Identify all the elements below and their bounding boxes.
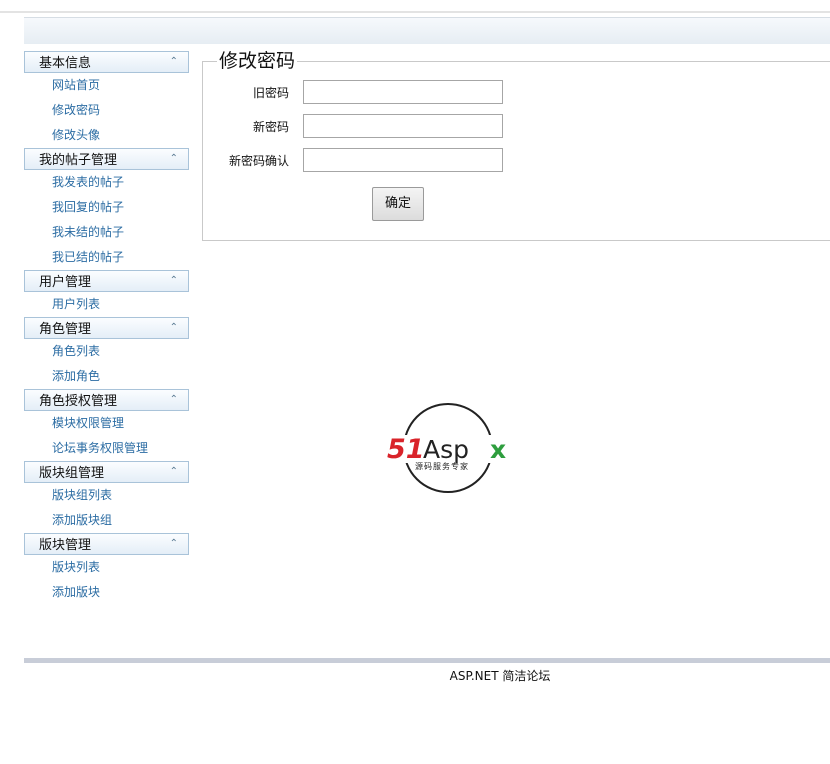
form-row-new-password: 新密码 — [203, 114, 603, 140]
sidebar-group-basic: 基本信息 ⌃ 网站首页 修改密码 修改头像 — [24, 51, 189, 148]
sidebar-group-header[interactable]: 基本信息 ⌃ — [24, 51, 189, 73]
sidebar-group-users: 用户管理 ⌃ 用户列表 — [24, 270, 189, 317]
double-chevron-up-icon[interactable]: ⌃ — [170, 52, 178, 72]
double-chevron-up-icon[interactable]: ⌃ — [170, 318, 178, 338]
footer-divider — [24, 658, 830, 663]
top-divider — [0, 11, 830, 13]
submit-button[interactable]: 确定 — [372, 187, 424, 221]
form-row-confirm-password: 新密码确认 — [203, 148, 603, 174]
new-password-label: 新密码 — [252, 120, 289, 134]
form-row-old-password: 旧密码 — [203, 80, 603, 106]
double-chevron-up-icon[interactable]: ⌃ — [170, 149, 178, 169]
sidebar-item-module-permissions[interactable]: 模块权限管理 — [24, 411, 189, 436]
footer-text: ASP.NET 简洁论坛 — [449, 669, 551, 683]
logo-tagline: 源码服务专家 — [415, 461, 469, 471]
sidebar-group-board-groups: 版块组管理 ⌃ 版块组列表 添加版块组 — [24, 461, 189, 533]
sidebar-item-board-list[interactable]: 版块列表 — [24, 555, 189, 580]
confirm-password-label: 新密码确认 — [228, 154, 289, 168]
logo-letter-x: x — [490, 435, 506, 464]
double-chevron-up-icon[interactable]: ⌃ — [170, 271, 178, 291]
sidebar-group-header[interactable]: 角色管理 ⌃ — [24, 317, 189, 339]
sidebar-item-my-closed[interactable]: 我已结的帖子 — [24, 245, 189, 270]
sidebar-group-role-auth: 角色授权管理 ⌃ 模块权限管理 论坛事务权限管理 — [24, 389, 189, 461]
old-password-label: 旧密码 — [252, 86, 289, 100]
sidebar-item-change-avatar[interactable]: 修改头像 — [24, 123, 189, 148]
top-banner-bar — [24, 17, 830, 44]
double-chevron-up-icon[interactable]: ⌃ — [170, 462, 178, 482]
sidebar-item-my-published[interactable]: 我发表的帖子 — [24, 170, 189, 195]
sidebar-group-title: 角色授权管理 — [39, 394, 118, 409]
sidebar-group-header[interactable]: 版块组管理 ⌃ — [24, 461, 189, 483]
sidebar-group-header[interactable]: 角色授权管理 ⌃ — [24, 389, 189, 411]
sidebar-item-my-open[interactable]: 我未结的帖子 — [24, 220, 189, 245]
sidebar-group-title: 用户管理 — [39, 275, 92, 290]
sidebar-group-title: 版块组管理 — [39, 466, 105, 481]
sidebar-group-header[interactable]: 版块管理 ⌃ — [24, 533, 189, 555]
sidebar-item-user-list[interactable]: 用户列表 — [24, 292, 189, 317]
watermark-logo: 51 Asp x 源码服务专家 — [385, 403, 515, 493]
sidebar-item-home[interactable]: 网站首页 — [24, 73, 189, 98]
sidebar-item-role-list[interactable]: 角色列表 — [24, 339, 189, 364]
logo-number: 51 — [387, 434, 425, 465]
main-content: 修改密码 旧密码 新密码 新密码确认 确定 — [202, 50, 830, 241]
sidebar: 基本信息 ⌃ 网站首页 修改密码 修改头像 我的帖子管理 ⌃ 我发表的帖子 我回… — [24, 51, 189, 605]
sidebar-item-add-role[interactable]: 添加角色 — [24, 364, 189, 389]
sidebar-group-roles: 角色管理 ⌃ 角色列表 添加角色 — [24, 317, 189, 389]
sidebar-item-board-group-list[interactable]: 版块组列表 — [24, 483, 189, 508]
sidebar-item-forum-permissions[interactable]: 论坛事务权限管理 — [24, 436, 189, 461]
new-password-input[interactable] — [303, 114, 503, 138]
sidebar-group-header[interactable]: 用户管理 ⌃ — [24, 270, 189, 292]
form-title: 修改密码 — [217, 50, 298, 72]
double-chevron-up-icon[interactable]: ⌃ — [170, 534, 178, 554]
sidebar-item-change-password[interactable]: 修改密码 — [24, 98, 189, 123]
sidebar-group-title: 角色管理 — [39, 322, 92, 337]
sidebar-group-title: 基本信息 — [39, 56, 92, 71]
old-password-input[interactable] — [303, 80, 503, 104]
sidebar-group-boards: 版块管理 ⌃ 版块列表 添加版块 — [24, 533, 189, 605]
sidebar-item-add-board[interactable]: 添加版块 — [24, 580, 189, 605]
sidebar-group-title: 我的帖子管理 — [39, 153, 118, 168]
change-password-fieldset: 修改密码 旧密码 新密码 新密码确认 确定 — [202, 50, 830, 241]
double-chevron-up-icon[interactable]: ⌃ — [170, 390, 178, 410]
sidebar-group-title: 版块管理 — [39, 538, 92, 553]
sidebar-group-my-posts: 我的帖子管理 ⌃ 我发表的帖子 我回复的帖子 我未结的帖子 我已结的帖子 — [24, 148, 189, 270]
sidebar-group-header[interactable]: 我的帖子管理 ⌃ — [24, 148, 189, 170]
confirm-password-input[interactable] — [303, 148, 503, 172]
sidebar-item-add-board-group[interactable]: 添加版块组 — [24, 508, 189, 533]
logo-word: Asp — [423, 435, 469, 464]
sidebar-item-my-replied[interactable]: 我回复的帖子 — [24, 195, 189, 220]
